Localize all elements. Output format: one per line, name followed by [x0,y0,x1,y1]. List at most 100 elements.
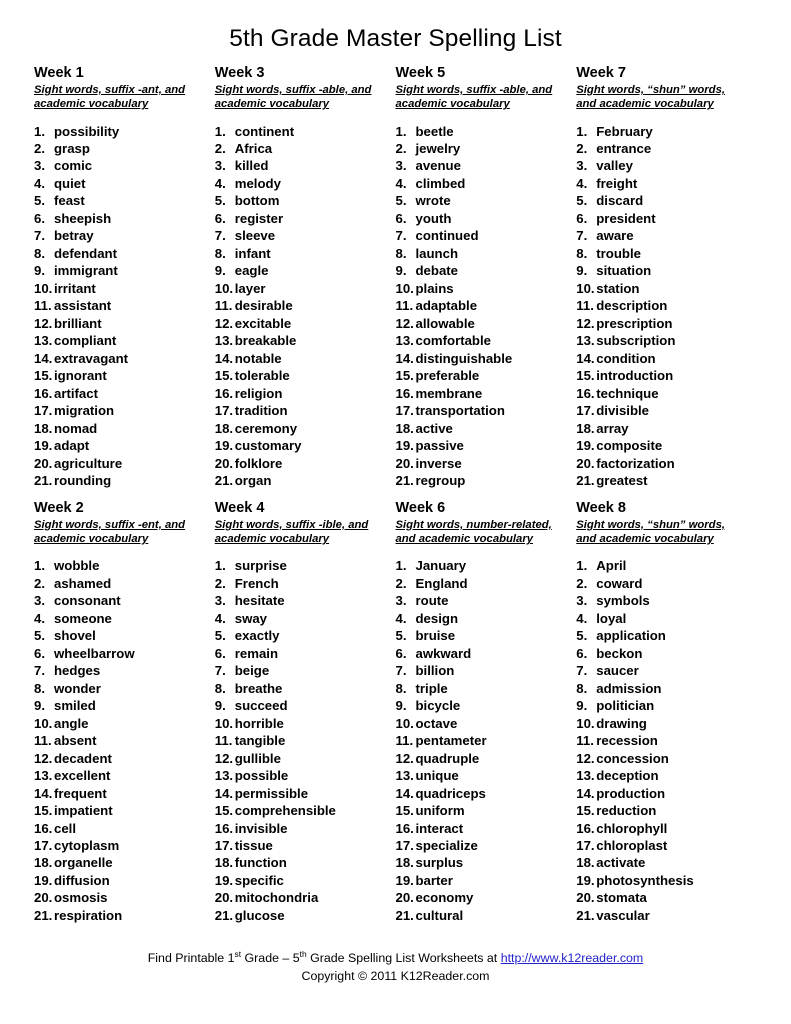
week-subtitle-3: Sight words, suffix -able, and academic … [214,84,372,111]
word-number: 19. [576,438,595,454]
word-list-week-2: 1. wobble 2. ashamed 3. consonant 4. someone 5. s… [34,557,209,924]
word-text: drawing [596,715,647,731]
word-number: 16. [214,385,234,401]
word-number: 3. [34,158,45,174]
word-list-item: 19. photosynthesis [576,872,751,889]
word-list-item: 7. billion [396,662,571,679]
word-text: plains [415,280,454,296]
word-list-item: 4. climbed [396,175,571,192]
word-number: 12. [576,315,595,331]
word-number: 6. [576,645,588,661]
word-text: permissible [234,785,309,801]
word-list-item: 21. glucose [215,907,390,924]
word-number: 4. [395,610,407,626]
word-number: 5. [576,193,588,209]
word-list-item: 2. Africa [215,140,390,157]
word-list-item: 19. customary [215,437,390,454]
word-text: wheelbarrow [54,645,135,661]
word-list-item: 12. quadruple [396,750,571,767]
word-list-item: 9. immigrant [34,262,209,279]
week-block-5: Week 5 Sight words, suffix -able, and ac… [396,64,571,490]
word-text: distinguishable [415,350,513,366]
word-text: youth [415,210,452,226]
word-number: 15. [34,368,53,384]
word-list-item: 1. beetle [396,123,571,140]
word-number: 9. [34,263,45,279]
word-list-item: 17. divisible [576,402,751,419]
word-text: stomata [596,890,647,906]
word-list-item: 5. bottom [215,192,390,209]
word-list-item: 12. brilliant [34,315,209,332]
word-number: 14. [395,785,414,801]
word-list-item: 8. triple [396,680,571,697]
week-block-7: Week 7 Sight words, “shun” words, and ac… [576,64,751,490]
word-list-item: 19. barter [396,872,571,889]
word-list-item: 14. condition [576,350,751,367]
word-number: 21. [576,907,595,923]
word-text: tradition [234,403,288,419]
word-list-item: 7. sleeve [215,227,390,244]
word-text: hedges [54,663,101,679]
word-number: 11. [34,733,52,749]
word-text: greatest [596,473,648,489]
word-list-item: 9. bicycle [396,697,571,714]
word-list-item: 11. desirable [215,297,390,314]
word-number: 14. [34,785,53,801]
word-list-item: 7. saucer [576,662,751,679]
weeks-grid-top: Week 1 Sight words, suffix -ant, and aca… [34,64,757,490]
word-text: route [415,593,449,609]
word-list-item: 6. wheelbarrow [34,645,209,662]
word-text: Africa [234,140,273,156]
word-number: 7. [576,228,588,244]
word-text: glucose [234,907,285,923]
word-number: 5. [576,628,588,644]
word-text: unique [415,768,459,784]
word-number: 15. [34,803,53,819]
word-text: adaptable [415,298,478,314]
word-number: 5. [214,628,226,644]
word-list-item: 8. breathe [215,680,390,697]
word-list-item: 6. youth [396,210,571,227]
word-list-item: 20. mitochondria [215,889,390,906]
footer-text-mid: Grade – 5 [241,951,300,966]
word-list-item: 2. ashamed [34,575,209,592]
word-list-item: 21. organ [215,472,390,489]
column-3-bottom: Week 6 Sight words, number-related, and … [396,499,577,925]
word-number: 5. [34,193,45,209]
word-list-item: 18. function [215,854,390,871]
word-list-item: 19. specific [215,872,390,889]
word-list-item: 1. continent [215,123,390,140]
word-list-item: 11. pentameter [396,732,571,749]
word-text: aware [596,228,634,244]
word-list-item: 12. decadent [34,750,209,767]
week-subtitle-1: Sight words, suffix -ant, and academic v… [34,84,186,111]
week-block-8: Week 8 Sight words, “shun” words, and ac… [576,499,751,925]
word-number: 5. [34,628,45,644]
word-list-item: 3. hesitate [215,592,390,609]
word-text: tangible [234,733,286,749]
word-list-item: 1. January [396,557,571,574]
word-text: surprise [234,558,287,574]
word-text: octave [415,715,458,731]
week-subtitle-8: Sight words, “shun” words, and academic … [576,518,725,546]
word-list-item: 20. economy [396,889,571,906]
word-text: irritant [54,280,96,296]
word-number: 18. [34,855,53,871]
word-list-item: 17. specialize [396,837,571,854]
word-text: invisible [234,820,288,836]
word-text: brilliant [54,315,102,331]
word-text: February [596,123,653,139]
word-text: nomad [54,420,98,436]
word-list-item: 2. French [215,575,390,592]
word-text: organelle [54,855,113,871]
word-list-item: 5. wrote [396,192,571,209]
word-text: divisible [596,403,650,419]
word-list-item: 16. religion [215,385,390,402]
word-text: infant [234,245,271,261]
k12reader-link[interactable]: http://www.k12reader.com [501,951,644,965]
word-text: feast [54,193,85,209]
word-text: artifact [54,385,98,401]
word-list-item: 1. wobble [34,557,209,574]
word-text: cytoplasm [54,837,120,853]
word-text: introduction [596,368,674,384]
